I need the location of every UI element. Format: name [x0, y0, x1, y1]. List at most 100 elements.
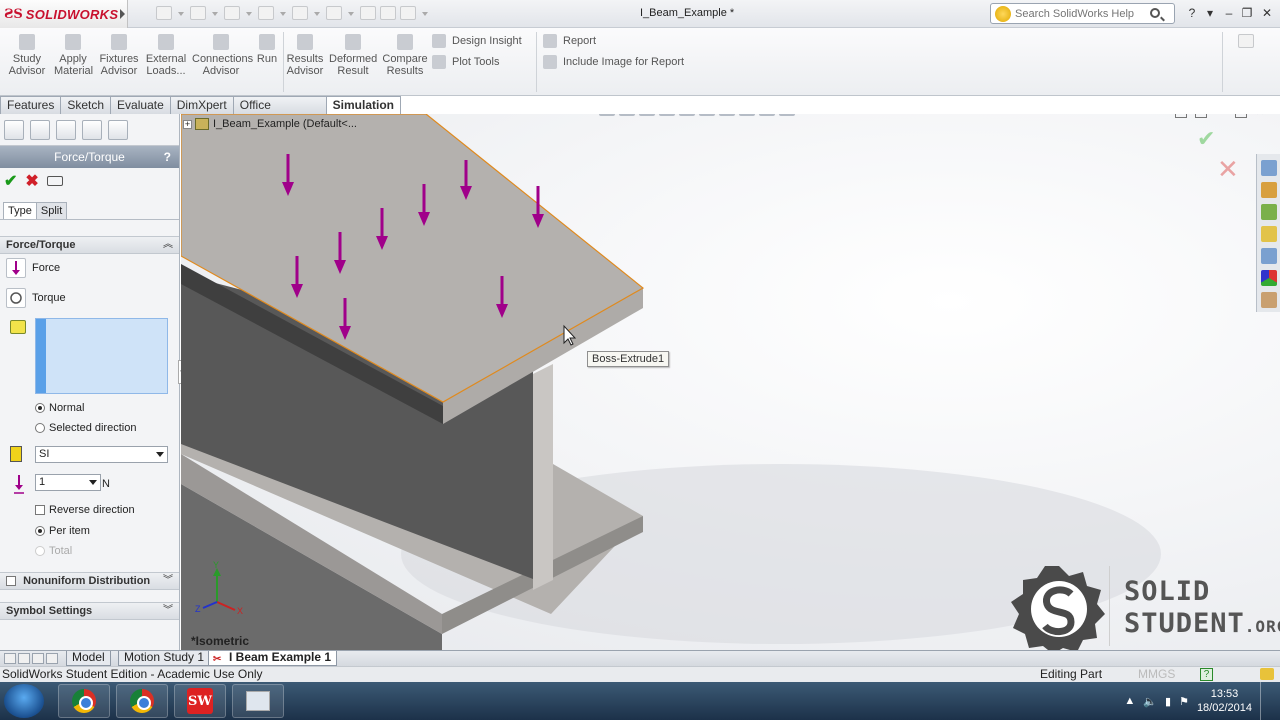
reverse-direction-checkbox[interactable]: Reverse direction — [35, 504, 135, 516]
tab-dimxpert[interactable]: DimXpert — [169, 96, 234, 114]
group-nonuniform-header[interactable]: Nonuniform Distribution ︾ — [0, 572, 179, 590]
taskbar-chrome-2-button[interactable] — [116, 684, 168, 718]
collapse-chevron-icon[interactable]: ︽ — [163, 237, 173, 253]
file-properties-icon[interactable] — [380, 6, 396, 20]
torque-option[interactable]: Torque — [6, 288, 66, 308]
deformed-result-button[interactable]: Deformed Result — [329, 32, 377, 77]
apply-material-button[interactable]: Apply Material — [54, 32, 93, 77]
previous-view-icon[interactable] — [639, 114, 655, 116]
graphics-viewport[interactable]: + I_Beam_Example (Default<... ✕ ✔ ✕ Boss… — [181, 114, 1280, 650]
first-tab-icon[interactable] — [4, 653, 16, 664]
solidworks-menu-button[interactable]: ƧS SOLIDWORKS — [0, 0, 128, 28]
pushpin-icon[interactable] — [46, 176, 63, 186]
nonuniform-checkbox[interactable] — [6, 576, 16, 587]
cancel-x-icon[interactable]: ✖ — [25, 171, 38, 191]
options-icon[interactable] — [400, 6, 416, 20]
viewport-restore-icon[interactable] — [1235, 114, 1247, 118]
group-symbol-header[interactable]: Symbol Settings ︾ — [0, 602, 179, 620]
flyout-feature-tree-node[interactable]: + I_Beam_Example (Default<... — [183, 118, 357, 130]
confirmation-cancel-icon[interactable]: ✕ — [1217, 154, 1239, 185]
view-orientation-icon[interactable] — [679, 114, 695, 116]
compare-results-button[interactable]: Compare Results — [382, 32, 428, 77]
tab-simulation[interactable]: Simulation — [325, 96, 401, 115]
confirmation-ok-icon[interactable]: ✔ — [1197, 126, 1215, 152]
viewport-split-icon[interactable] — [1175, 114, 1187, 118]
design-insight-button[interactable]: Design Insight — [432, 34, 522, 48]
fixtures-advisor-button[interactable]: Fixtures Advisor — [98, 32, 140, 77]
connections-advisor-button[interactable]: Connections Advisor — [192, 32, 253, 77]
select-icon[interactable] — [326, 6, 342, 20]
save-dropdown-icon[interactable] — [246, 12, 252, 16]
face-selection-list[interactable] — [35, 318, 168, 394]
reverse-direction-check[interactable] — [35, 505, 45, 515]
expand-chevron-icon[interactable]: ︾ — [163, 573, 173, 589]
undo-dropdown-icon[interactable] — [314, 12, 320, 16]
display-manager-tab-icon[interactable] — [108, 119, 128, 140]
tab-features[interactable]: Features — [0, 96, 62, 114]
last-tab-icon[interactable] — [46, 653, 58, 664]
selected-direction-radio[interactable]: Selected direction — [35, 422, 136, 434]
tab-i-beam-example-1[interactable]: ✂ I Beam Example 1 — [208, 651, 338, 666]
tab-motion-study-1[interactable]: Motion Study 1 — [118, 651, 211, 666]
force-value-field[interactable]: 1 — [35, 474, 101, 491]
zoom-to-fit-icon[interactable] — [599, 114, 615, 116]
save-icon[interactable] — [224, 6, 240, 20]
tab-office-products[interactable]: Office Products — [232, 96, 327, 128]
collapse-commandmanager-icon[interactable] — [1238, 34, 1254, 48]
include-image-button[interactable]: Include Image for Report — [543, 55, 684, 69]
network-icon[interactable]: ▮ — [1165, 695, 1171, 708]
viewport-close-icon[interactable]: ✕ — [1255, 114, 1265, 118]
help-dropdown-icon[interactable]: ▾ — [1203, 6, 1217, 20]
report-button[interactable]: Report — [543, 34, 596, 48]
per-item-radio[interactable]: Per item — [35, 525, 90, 537]
rebuild-icon[interactable] — [360, 6, 376, 20]
print-dropdown-icon[interactable] — [280, 12, 286, 16]
help-search-box[interactable] — [990, 3, 1175, 24]
search-icon[interactable] — [1150, 8, 1160, 18]
selected-direction-radio-dot[interactable] — [35, 423, 45, 433]
tab-evaluate[interactable]: Evaluate — [110, 96, 171, 114]
options-dropdown-icon[interactable] — [422, 12, 428, 16]
unit-system-select[interactable]: SI — [35, 446, 168, 463]
tab-sketch[interactable]: Sketch — [60, 96, 112, 114]
taskbar-chrome-button[interactable] — [58, 684, 110, 718]
restore-icon[interactable]: ❐ — [1240, 6, 1254, 20]
previous-tab-icon[interactable] — [18, 653, 30, 664]
apply-scene-icon[interactable] — [759, 114, 775, 116]
per-item-radio-dot[interactable] — [35, 526, 45, 536]
normal-radio-dot[interactable] — [35, 403, 45, 413]
design-library-icon[interactable] — [1260, 204, 1277, 220]
view-palette-icon[interactable] — [1260, 248, 1277, 264]
new-dropdown-icon[interactable] — [178, 12, 184, 16]
help-search-input[interactable] — [1015, 7, 1145, 20]
appearances-icon[interactable] — [1260, 270, 1277, 286]
group-force-torque-header[interactable]: Force/Torque ︽ — [0, 236, 179, 254]
edit-appearance-icon[interactable] — [739, 114, 755, 116]
select-dropdown-icon[interactable] — [348, 12, 354, 16]
show-desktop-button[interactable] — [1260, 682, 1270, 720]
custom-properties-icon[interactable] — [1260, 292, 1277, 308]
tab-model[interactable]: Model — [66, 651, 111, 666]
file-explorer-icon[interactable] — [1260, 226, 1277, 242]
rebuild-status-icon[interactable] — [1260, 668, 1274, 680]
feature-tree-tab-icon[interactable] — [4, 119, 24, 140]
minimize-icon[interactable]: – — [1222, 6, 1236, 20]
view-settings-icon[interactable] — [779, 114, 795, 116]
clock[interactable]: 13:53 18/02/2014 — [1197, 687, 1252, 715]
expand-chevron-icon[interactable]: ︾ — [163, 603, 173, 619]
new-document-icon[interactable] — [156, 6, 172, 20]
print-icon[interactable] — [258, 6, 274, 20]
undo-icon[interactable] — [292, 6, 308, 20]
open-dropdown-icon[interactable] — [212, 12, 218, 16]
plot-tools-button[interactable]: Plot Tools — [432, 55, 500, 69]
open-icon[interactable] — [190, 6, 206, 20]
configuration-manager-tab-icon[interactable] — [56, 119, 76, 140]
viewport-tile-icon[interactable] — [1195, 114, 1207, 118]
help-status-icon[interactable]: ? — [1200, 668, 1213, 681]
hide-show-items-icon[interactable] — [719, 114, 735, 116]
ok-check-icon[interactable]: ✔ — [4, 171, 17, 191]
section-view-icon[interactable] — [659, 114, 675, 116]
zoom-to-area-icon[interactable] — [619, 114, 635, 116]
external-loads-button[interactable]: External Loads... — [144, 32, 188, 77]
start-button[interactable] — [4, 684, 44, 718]
